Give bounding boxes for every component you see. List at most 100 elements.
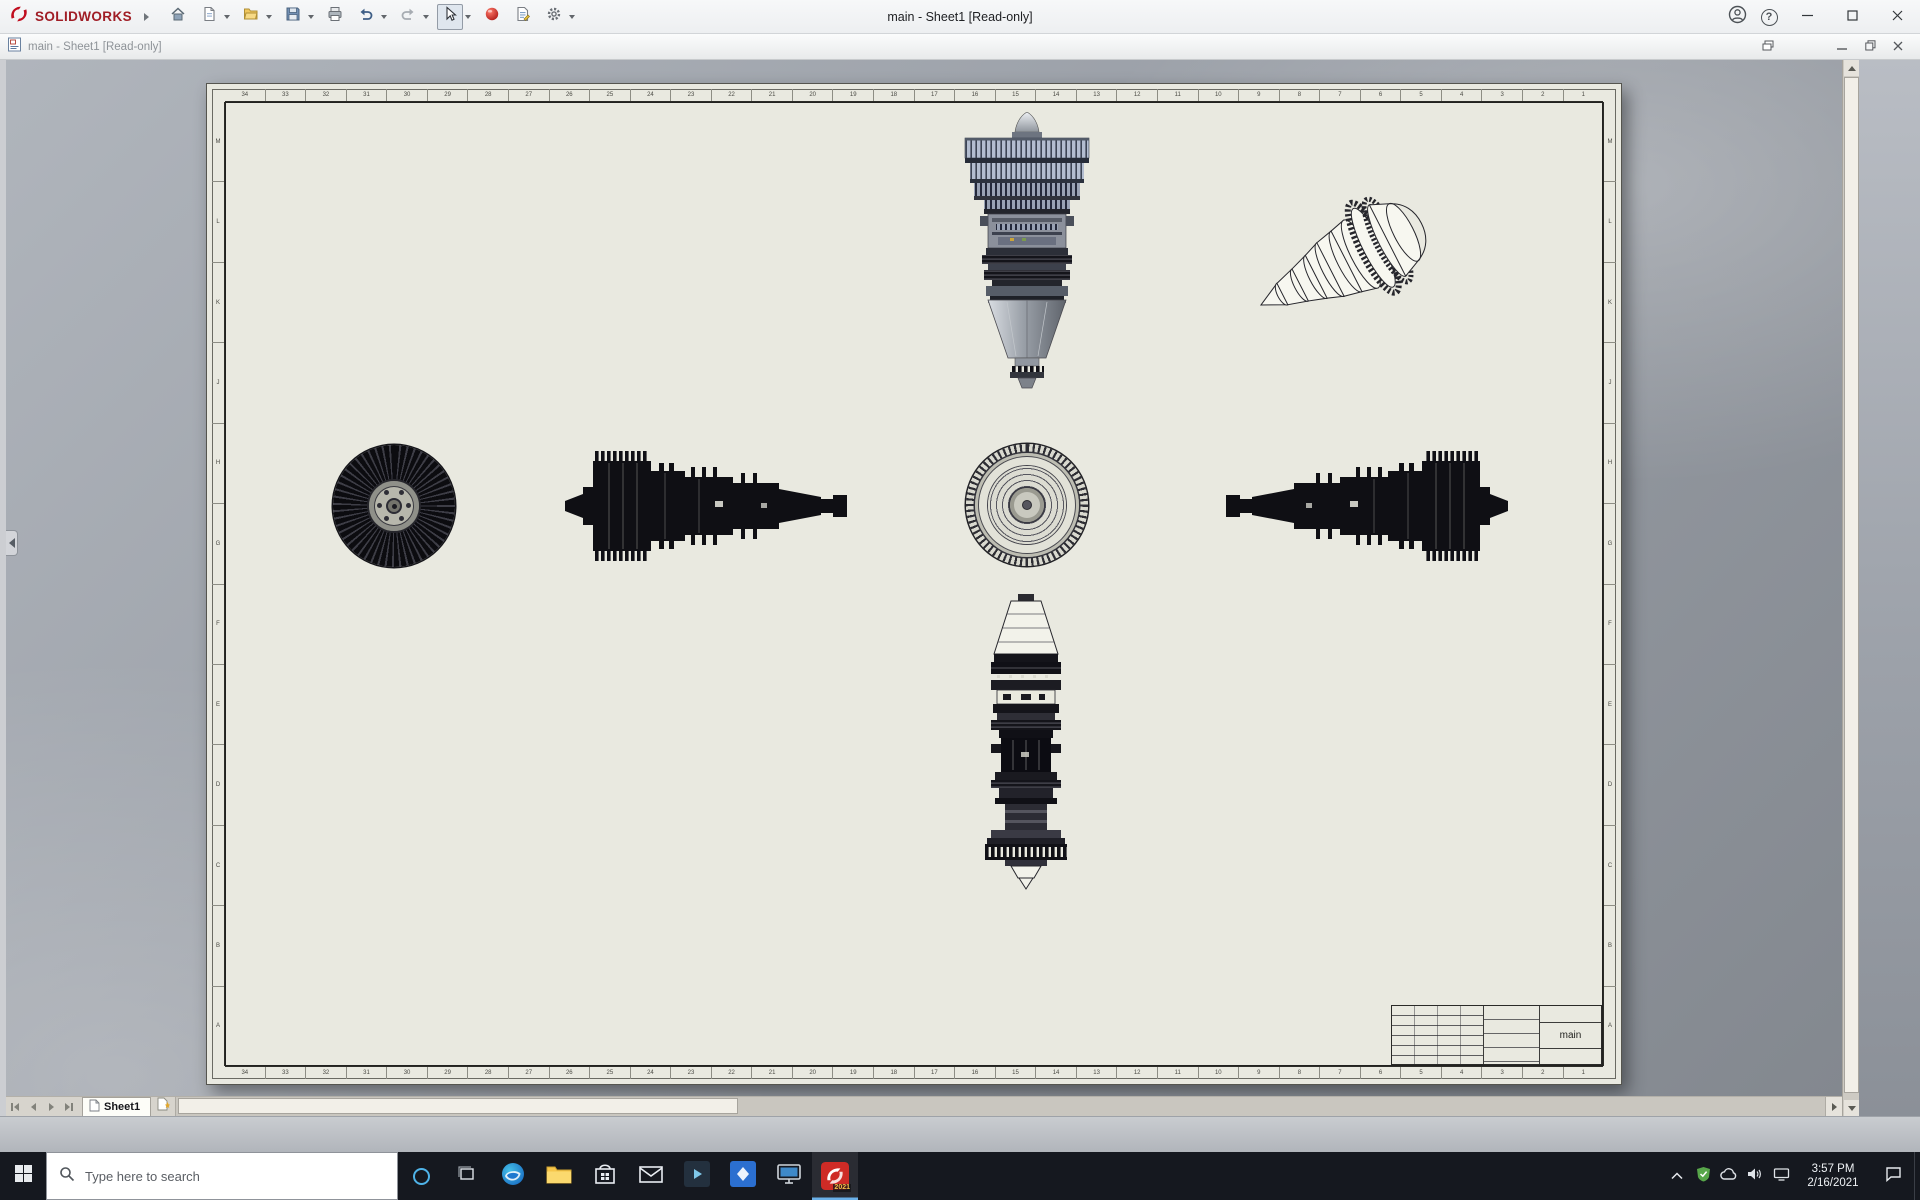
app-titlebar: SOLIDWORKS main - Sheet1 [Read-only] ?	[0, 0, 1920, 34]
zone-label: 14	[1036, 89, 1077, 101]
next-sheet-button[interactable]	[42, 1097, 60, 1116]
scroll-up-button[interactable]	[1844, 60, 1859, 76]
child-minimize-icon	[1837, 38, 1847, 56]
speaker-icon	[1747, 1167, 1763, 1186]
minimize-button[interactable]	[1785, 0, 1830, 34]
child-restore-button[interactable]	[1856, 37, 1884, 57]
drawing-view-side-left[interactable]	[565, 445, 859, 567]
last-sheet-button[interactable]	[60, 1097, 78, 1116]
cortana-button[interactable]	[398, 1152, 444, 1200]
new-document-dropdown-icon[interactable]	[224, 14, 230, 19]
maximize-button[interactable]	[1830, 0, 1875, 34]
drawing-view-side-right[interactable]	[1214, 445, 1508, 567]
close-button[interactable]	[1875, 0, 1920, 34]
drawing-view-front-fan[interactable]	[333, 445, 455, 567]
child-minimize-button[interactable]	[1828, 37, 1856, 57]
zone-label: 12	[1117, 1067, 1158, 1079]
open-button[interactable]	[238, 4, 264, 30]
mail-icon	[639, 1164, 663, 1189]
security-tray-button[interactable]	[1690, 1152, 1716, 1200]
3dexperience-button[interactable]	[479, 4, 505, 30]
title-block-cell	[1540, 1006, 1601, 1023]
store-button[interactable]	[582, 1152, 628, 1200]
title-block[interactable]: main	[1391, 1005, 1602, 1065]
undo-dropdown-icon[interactable]	[381, 14, 387, 19]
taskbar-search[interactable]	[46, 1152, 398, 1200]
add-sheet-button[interactable]	[151, 1097, 175, 1116]
drawing-view-front-center[interactable]	[966, 444, 1088, 566]
help-button[interactable]: ?	[1753, 0, 1785, 34]
redo-button[interactable]	[395, 4, 421, 30]
zone-label: 11	[1158, 89, 1199, 101]
media-app-icon	[684, 1160, 710, 1192]
select-tool-button[interactable]	[437, 3, 463, 30]
graphics-viewport[interactable]: 34 33 32 31 30 29 28 27 26 25 24 23 22 21 20 19 18 17 16 15…	[6, 60, 1842, 1096]
select-dropdown-icon[interactable]	[465, 14, 471, 19]
fan-blades-ring	[333, 445, 455, 567]
zone-label: 28	[468, 1067, 509, 1079]
drawing-view-top-shaded[interactable]	[952, 111, 1102, 412]
drawing-view-bottom[interactable]	[961, 592, 1091, 892]
vertical-scrollbar[interactable]	[1842, 60, 1859, 1116]
action-center-button[interactable]	[1872, 1152, 1914, 1200]
file-explorer-button[interactable]	[536, 1152, 582, 1200]
featuremanager-collapse-handle[interactable]	[6, 530, 18, 556]
undo-button[interactable]	[353, 4, 379, 30]
hidden-icons-button[interactable]	[1664, 1152, 1690, 1200]
user-account-button[interactable]	[1721, 0, 1753, 34]
drawing-view-isometric[interactable]	[1237, 167, 1482, 343]
mail-button[interactable]	[628, 1152, 674, 1200]
zone-ruler-bottom: 34 33 32 31 30 29 28 27 26 25 24 23 22 21 20 19 18 17 16 15…	[225, 1066, 1603, 1079]
print-icon	[327, 6, 343, 27]
child-close-button[interactable]	[1884, 37, 1912, 57]
horizontal-scrollbar[interactable]	[175, 1097, 1825, 1116]
select-cursor-icon	[442, 6, 458, 27]
task-view-button[interactable]	[444, 1152, 490, 1200]
last-sheet-icon	[65, 1102, 70, 1111]
zone-label: E	[212, 665, 224, 746]
zone-label: 21	[752, 89, 793, 101]
open-dropdown-icon[interactable]	[266, 14, 272, 19]
media-app-button[interactable]	[674, 1152, 720, 1200]
taskbar-search-input[interactable]	[85, 1153, 397, 1199]
first-sheet-button[interactable]	[6, 1097, 24, 1116]
start-button[interactable]	[0, 1152, 46, 1200]
window-title: main - Sheet1 [Read-only]	[887, 10, 1033, 24]
file-properties-button[interactable]	[510, 4, 536, 30]
solidworks-logo[interactable]: SOLIDWORKS	[0, 3, 140, 30]
save-button[interactable]	[280, 4, 306, 30]
print-button[interactable]	[322, 4, 348, 30]
blue-app-button[interactable]	[720, 1152, 766, 1200]
volume-tray-button[interactable]	[1742, 1152, 1768, 1200]
task-pane-collapsed-strip[interactable]	[1859, 60, 1920, 1116]
options-button[interactable]	[541, 4, 567, 30]
options-dropdown-icon[interactable]	[569, 14, 575, 19]
drawing-sheet[interactable]: 34 33 32 31 30 29 28 27 26 25 24 23 22 21 20 19 18 17 16 15…	[206, 83, 1622, 1085]
horizontal-scrollbar-thumb[interactable]	[178, 1098, 739, 1114]
vertical-scrollbar-thumb[interactable]	[1844, 77, 1859, 1093]
taskbar-clock[interactable]: 3:57 PM 2/16/2021	[1794, 1152, 1872, 1200]
home-button[interactable]	[165, 4, 191, 30]
zone-label: K	[212, 263, 224, 344]
zone-label: 2	[1523, 89, 1564, 101]
tile-windows-button[interactable]	[1754, 37, 1782, 57]
zone-label: C	[1604, 826, 1616, 907]
redo-dropdown-icon[interactable]	[423, 14, 429, 19]
tab-sheet1[interactable]: Sheet1	[82, 1097, 152, 1116]
save-dropdown-icon[interactable]	[308, 14, 314, 19]
menu-expand-arrow-icon[interactable]	[144, 12, 149, 21]
previous-sheet-button[interactable]	[24, 1097, 42, 1116]
new-document-button[interactable]	[196, 4, 222, 30]
show-desktop-button[interactable]	[1914, 1152, 1920, 1200]
zone-label: 27	[509, 1067, 550, 1079]
solidworks-taskbar-button[interactable]: 2021	[812, 1152, 858, 1200]
network-tray-button[interactable]	[1768, 1152, 1794, 1200]
cloud-sync-tray-button[interactable]	[1716, 1152, 1742, 1200]
minimize-icon	[1802, 8, 1813, 26]
scroll-down-button[interactable]	[1844, 1100, 1859, 1116]
monitor-app-button[interactable]	[766, 1152, 812, 1200]
edge-browser-button[interactable]	[490, 1152, 536, 1200]
zone-label: 4	[1442, 1067, 1483, 1079]
zone-label: 27	[509, 89, 550, 101]
scroll-right-button[interactable]	[1825, 1097, 1842, 1116]
